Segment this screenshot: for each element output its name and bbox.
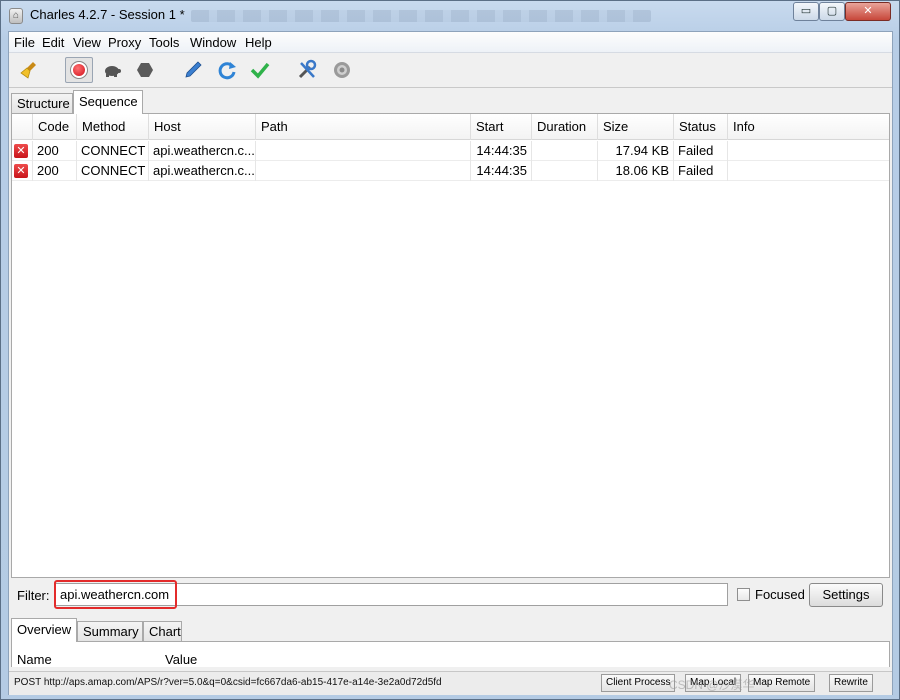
sequence-table: Code Method Host Path Start Duration Siz… bbox=[11, 113, 890, 578]
maximize-button[interactable]: ▢ bbox=[819, 2, 845, 21]
detail-tabs: Overview Summary Chart bbox=[11, 618, 890, 642]
cell-size: 18.06 KB bbox=[598, 161, 674, 181]
cell-start: 14:44:35 bbox=[471, 161, 532, 181]
table-row[interactable]: ✕ 200 CONNECT api.weathercn.c... 14:44:3… bbox=[12, 141, 889, 161]
tools-icon[interactable] bbox=[293, 57, 321, 83]
tab-structure[interactable]: Structure bbox=[11, 93, 73, 113]
status-icon-column-header[interactable] bbox=[12, 114, 33, 140]
cell-status: Failed bbox=[674, 141, 728, 161]
table-row[interactable]: ✕ 200 CONNECT api.weathercn.c... 14:44:3… bbox=[12, 161, 889, 181]
tab-sequence[interactable]: Sequence bbox=[73, 90, 143, 114]
compose-pen-icon[interactable] bbox=[179, 57, 207, 83]
status-message: POST http://aps.amap.com/APS/r?ver=5.0&q… bbox=[14, 677, 442, 688]
view-tabs: Structure Sequence bbox=[11, 90, 891, 114]
menu-bar: File Edit View Proxy Tools Window Help bbox=[9, 32, 892, 53]
cell-duration bbox=[532, 161, 598, 181]
tab-chart[interactable]: Chart bbox=[143, 621, 182, 641]
column-start[interactable]: Start bbox=[471, 114, 532, 140]
cell-host: api.weathercn.c... bbox=[149, 161, 256, 181]
title-bar[interactable]: ⌂ Charles 4.2.7 - Session 1 * ▭ ▢ ✕ bbox=[1, 1, 899, 31]
throttle-turtle-icon[interactable] bbox=[98, 57, 126, 83]
map-remote-button[interactable]: Map Remote bbox=[748, 674, 816, 692]
cell-code: 200 bbox=[33, 161, 77, 181]
blurred-title-region bbox=[191, 10, 651, 22]
menu-file[interactable]: File bbox=[14, 35, 35, 50]
filter-input[interactable] bbox=[55, 583, 728, 606]
broom-icon[interactable] bbox=[16, 57, 44, 83]
breakpoint-hexagon-icon[interactable] bbox=[131, 57, 159, 83]
charles-app-icon: ⌂ bbox=[9, 8, 23, 24]
column-name[interactable]: Name bbox=[12, 646, 160, 668]
cell-start: 14:44:35 bbox=[471, 141, 532, 161]
column-method[interactable]: Method bbox=[77, 114, 149, 140]
error-x-icon: ✕ bbox=[14, 144, 28, 158]
minimize-button[interactable]: ▭ bbox=[793, 2, 819, 21]
focused-label: Focused bbox=[755, 587, 805, 602]
error-x-icon: ✕ bbox=[14, 164, 28, 178]
column-path[interactable]: Path bbox=[256, 114, 471, 140]
watermark-text: CSDN @沙漠华 bbox=[669, 678, 755, 692]
validate-check-icon[interactable] bbox=[246, 57, 274, 83]
cell-info bbox=[728, 141, 889, 161]
cell-code: 200 bbox=[33, 141, 77, 161]
repeat-refresh-icon[interactable] bbox=[213, 57, 241, 83]
menu-tools[interactable]: Tools bbox=[149, 35, 179, 50]
tab-summary[interactable]: Summary bbox=[77, 621, 143, 641]
focused-checkbox[interactable] bbox=[737, 588, 750, 601]
settings-button[interactable]: Settings bbox=[809, 583, 883, 607]
cell-method: CONNECT bbox=[77, 161, 149, 181]
client-process-button[interactable]: Client Process bbox=[601, 674, 676, 692]
rewrite-button[interactable]: Rewrite bbox=[829, 674, 873, 692]
column-value[interactable]: Value bbox=[160, 646, 360, 668]
column-host[interactable]: Host bbox=[149, 114, 256, 140]
column-duration[interactable]: Duration bbox=[532, 114, 598, 140]
settings-gear-icon[interactable] bbox=[328, 57, 356, 83]
close-button[interactable]: ✕ bbox=[845, 2, 891, 21]
cell-path bbox=[256, 141, 471, 161]
cell-method: CONNECT bbox=[77, 141, 149, 161]
table-header: Code Method Host Path Start Duration Siz… bbox=[12, 114, 889, 140]
row-status-cell: ✕ bbox=[12, 161, 33, 181]
menu-help[interactable]: Help bbox=[245, 35, 272, 50]
menu-window[interactable]: Window bbox=[190, 35, 236, 50]
cell-path bbox=[256, 161, 471, 181]
record-icon[interactable] bbox=[65, 57, 93, 83]
overview-panel: Name Value bbox=[11, 641, 890, 667]
cell-info bbox=[728, 161, 889, 181]
app-window: ⌂ Charles 4.2.7 - Session 1 * ▭ ▢ ✕ File… bbox=[0, 0, 900, 700]
menu-proxy[interactable]: Proxy bbox=[108, 35, 141, 50]
main-client-area: File Edit View Proxy Tools Window Help S… bbox=[8, 31, 893, 695]
cell-size: 17.94 KB bbox=[598, 141, 674, 161]
toolbar bbox=[9, 53, 892, 88]
cell-duration bbox=[532, 141, 598, 161]
cell-status: Failed bbox=[674, 161, 728, 181]
window-title: Charles 4.2.7 - Session 1 * bbox=[30, 7, 185, 22]
filter-label: Filter: bbox=[17, 588, 50, 603]
column-code[interactable]: Code bbox=[33, 114, 77, 140]
column-info[interactable]: Info bbox=[728, 114, 889, 140]
tab-overview[interactable]: Overview bbox=[11, 618, 77, 642]
filter-bar: Filter: Focused Settings bbox=[11, 578, 890, 612]
menu-edit[interactable]: Edit bbox=[42, 35, 64, 50]
menu-view[interactable]: View bbox=[73, 35, 101, 50]
status-bar: POST http://aps.amap.com/APS/r?ver=5.0&q… bbox=[9, 671, 892, 695]
column-size[interactable]: Size bbox=[598, 114, 674, 140]
cell-host: api.weathercn.c... bbox=[149, 141, 256, 161]
column-status[interactable]: Status bbox=[674, 114, 728, 140]
row-status-cell: ✕ bbox=[12, 141, 33, 161]
